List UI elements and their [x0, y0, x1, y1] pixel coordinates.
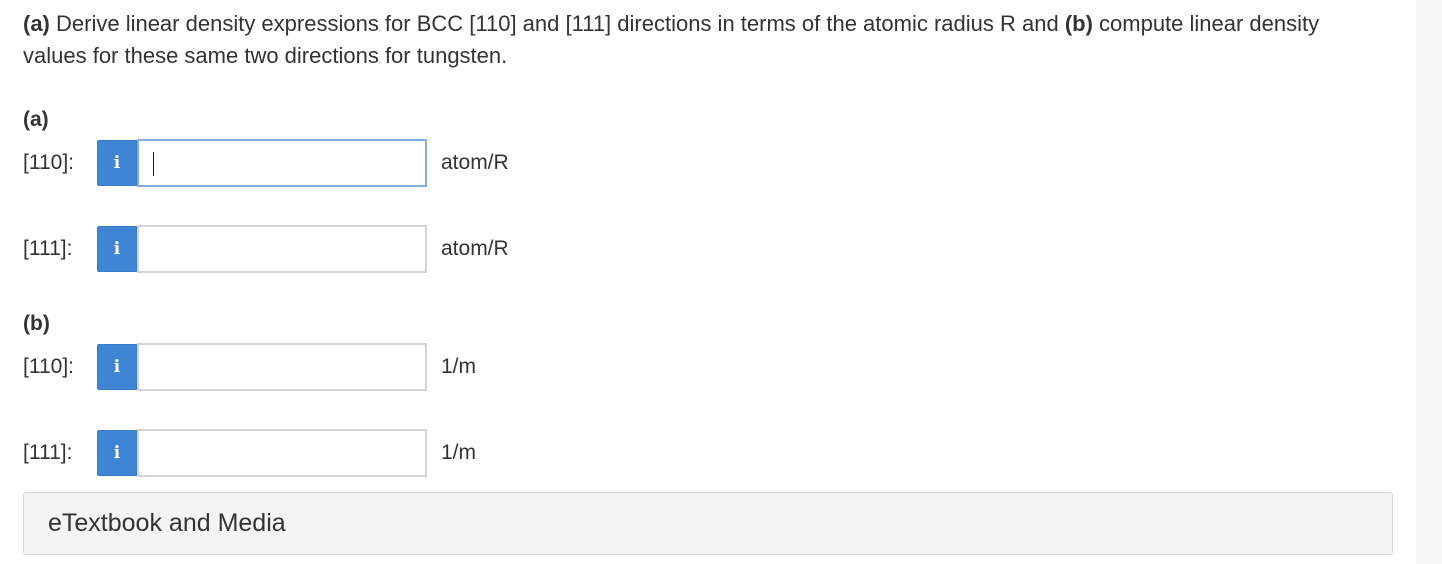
- unit-label: atom/R: [441, 151, 509, 174]
- direction-label-111: [111]:: [23, 441, 73, 464]
- direction-label-111: [111]:: [23, 237, 73, 260]
- question-part-a-marker: (a): [23, 11, 50, 36]
- part-b-label: (b): [23, 312, 50, 335]
- part-b-row-111: [111]: i 1/m: [23, 428, 476, 478]
- direction-label-110: [110]:: [23, 355, 74, 378]
- answer-input-a-110[interactable]: [137, 139, 427, 187]
- question-text-part-1: Derive linear density expressions for BC…: [49, 11, 1065, 36]
- info-icon[interactable]: i: [97, 140, 137, 186]
- unit-label: 1/m: [441, 355, 477, 378]
- unit-label: atom/R: [441, 237, 509, 260]
- etextbook-and-media-panel[interactable]: eTextbook and Media: [23, 492, 1393, 555]
- part-a-row-111: [111]: i atom/R: [23, 224, 509, 274]
- etextbook-label: eTextbook and Media: [48, 509, 286, 537]
- unit-label: 1/m: [441, 441, 477, 464]
- info-icon[interactable]: i: [97, 344, 137, 390]
- part-b-row-110: [110]: i 1/m: [23, 342, 476, 392]
- question-text: (a) Derive linear density expressions fo…: [23, 8, 1363, 72]
- input-wrapper: [137, 139, 427, 187]
- answer-input-b-110[interactable]: [137, 343, 427, 391]
- part-a-row-110: [110]: i atom/R: [23, 138, 509, 188]
- direction-label-110: [110]:: [23, 151, 74, 174]
- part-a-label: (a): [23, 108, 49, 131]
- right-scroll-strip: [1416, 0, 1442, 564]
- text-caret: [153, 152, 154, 176]
- answer-input-a-111[interactable]: [137, 225, 427, 273]
- answer-input-b-111[interactable]: [137, 429, 427, 477]
- info-icon[interactable]: i: [97, 430, 137, 476]
- question-part-b-marker: (b): [1064, 11, 1093, 36]
- info-icon[interactable]: i: [97, 226, 137, 272]
